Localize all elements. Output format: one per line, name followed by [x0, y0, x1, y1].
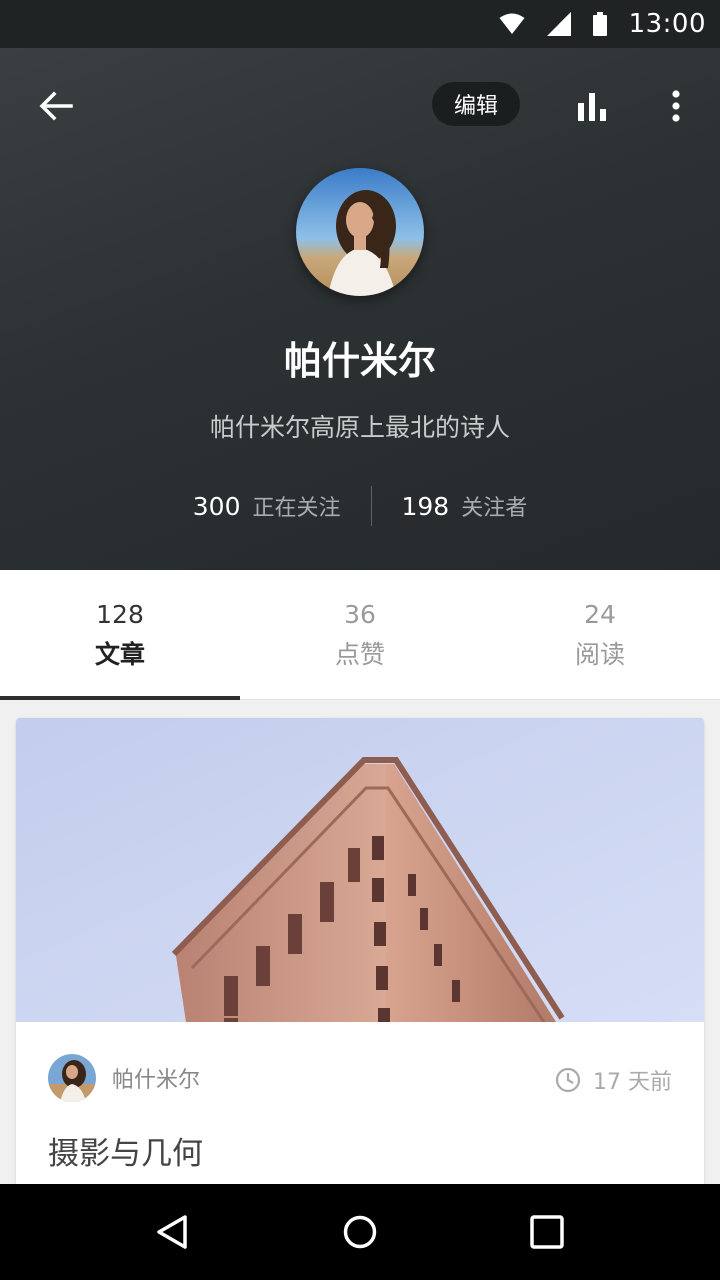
nav-back-button[interactable]	[141, 1200, 205, 1264]
tab-label: 阅读	[574, 640, 625, 669]
author-name: 帕什米尔	[112, 1068, 201, 1093]
time-ago: 17 天前	[593, 1070, 672, 1095]
profile-avatar[interactable]	[296, 168, 424, 296]
profile-name: 帕什米尔	[283, 339, 436, 383]
battery-icon	[592, 12, 607, 36]
system-nav-bar	[0, 1184, 720, 1280]
article-title[interactable]: 摄影与几何	[48, 1128, 203, 1173]
signal-icon	[546, 12, 571, 36]
tab-count: 36	[344, 600, 376, 629]
clock-icon	[555, 1067, 581, 1093]
stats-button[interactable]	[568, 82, 616, 130]
nav-recents-button[interactable]	[515, 1200, 579, 1264]
tab-label: 点赞	[334, 640, 385, 669]
article-time: 17 天前	[555, 1064, 672, 1096]
circle-home-icon	[343, 1215, 377, 1249]
tab-reads[interactable]: 24 阅读	[480, 570, 720, 699]
back-arrow-icon	[39, 91, 73, 121]
following-label: 正在关注	[252, 496, 341, 521]
back-button[interactable]	[32, 82, 80, 130]
active-tab-indicator	[0, 696, 240, 700]
author-avatar[interactable]	[48, 1054, 96, 1102]
profile-header: 编辑 帕什米尔 帕什米尔高原上最北的诗人 300 正在关注 198 关注者	[0, 48, 720, 570]
tab-count: 24	[584, 600, 616, 629]
following-count: 300	[192, 491, 241, 521]
profile-bio: 帕什米尔高原上最北的诗人	[209, 413, 510, 442]
article-author[interactable]: 帕什米尔	[48, 1054, 200, 1102]
clock-time: 13:00	[628, 9, 706, 39]
nav-home-button[interactable]	[328, 1200, 392, 1264]
following-stat[interactable]: 300 正在关注	[163, 490, 371, 522]
follow-stats: 300 正在关注 198 关注者	[0, 484, 720, 528]
article-cover-image[interactable]	[16, 718, 704, 1023]
tab-count: 128	[96, 600, 144, 629]
tab-likes[interactable]: 36 点赞	[240, 570, 480, 699]
tab-label: 文章	[94, 640, 145, 669]
square-recents-icon	[529, 1215, 564, 1249]
article-card[interactable]: 帕什米尔 17 天前 摄影与几何	[16, 718, 704, 1188]
status-bar: 13:00	[0, 0, 720, 48]
bar-chart-icon	[578, 93, 606, 121]
followers-count: 198	[401, 491, 450, 521]
more-vert-icon	[672, 90, 680, 122]
more-options-button[interactable]	[652, 82, 700, 130]
wifi-icon	[499, 13, 525, 35]
followers-label: 关注者	[461, 496, 528, 521]
profile-tabs: 128 文章 36 点赞 24 阅读	[0, 570, 720, 700]
followers-stat[interactable]: 198 关注者	[372, 490, 558, 522]
triangle-back-icon	[157, 1215, 188, 1249]
tab-articles[interactable]: 128 文章	[0, 570, 240, 700]
edit-button[interactable]: 编辑	[432, 82, 520, 126]
